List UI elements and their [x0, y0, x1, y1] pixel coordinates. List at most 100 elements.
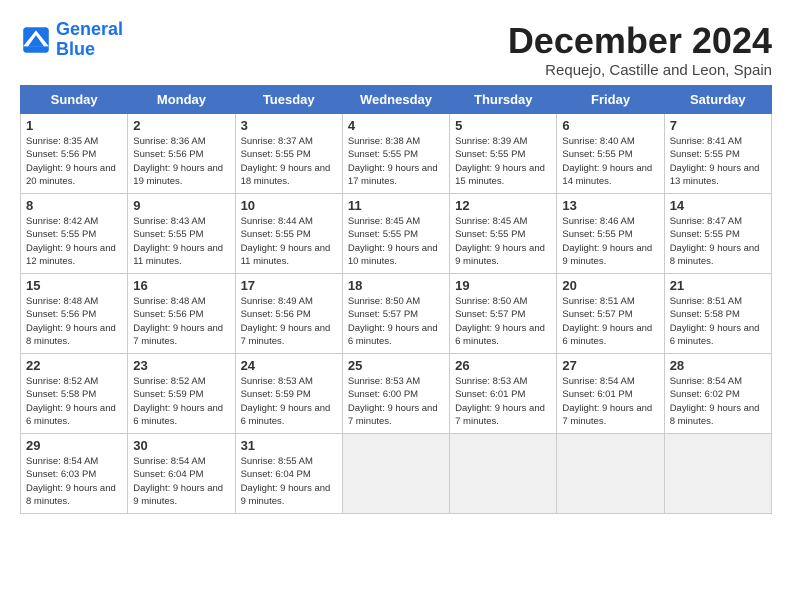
day-number: 1: [26, 118, 122, 133]
calendar-cell: [557, 434, 664, 514]
calendar-cell: 14 Sunrise: 8:47 AM Sunset: 5:55 PM Dayl…: [664, 194, 771, 274]
month-title: December 2024: [508, 20, 772, 62]
day-info: Sunrise: 8:46 AM Sunset: 5:55 PM Dayligh…: [562, 215, 658, 268]
day-number: 23: [133, 358, 229, 373]
calendar-week-row: 15 Sunrise: 8:48 AM Sunset: 5:56 PM Dayl…: [21, 274, 772, 354]
day-number: 7: [670, 118, 766, 133]
day-info: Sunrise: 8:38 AM Sunset: 5:55 PM Dayligh…: [348, 135, 444, 188]
day-number: 2: [133, 118, 229, 133]
calendar-cell: 16 Sunrise: 8:48 AM Sunset: 5:56 PM Dayl…: [128, 274, 235, 354]
day-info: Sunrise: 8:49 AM Sunset: 5:56 PM Dayligh…: [241, 295, 337, 348]
logo: General Blue: [20, 20, 123, 60]
column-header-monday: Monday: [128, 86, 235, 114]
calendar-cell: 18 Sunrise: 8:50 AM Sunset: 5:57 PM Dayl…: [342, 274, 449, 354]
calendar-cell: 13 Sunrise: 8:46 AM Sunset: 5:55 PM Dayl…: [557, 194, 664, 274]
day-number: 15: [26, 278, 122, 293]
day-info: Sunrise: 8:36 AM Sunset: 5:56 PM Dayligh…: [133, 135, 229, 188]
day-info: Sunrise: 8:45 AM Sunset: 5:55 PM Dayligh…: [348, 215, 444, 268]
day-number: 25: [348, 358, 444, 373]
day-number: 11: [348, 198, 444, 213]
day-info: Sunrise: 8:43 AM Sunset: 5:55 PM Dayligh…: [133, 215, 229, 268]
calendar-cell: 8 Sunrise: 8:42 AM Sunset: 5:55 PM Dayli…: [21, 194, 128, 274]
calendar-cell: 12 Sunrise: 8:45 AM Sunset: 5:55 PM Dayl…: [450, 194, 557, 274]
day-info: Sunrise: 8:37 AM Sunset: 5:55 PM Dayligh…: [241, 135, 337, 188]
day-info: Sunrise: 8:35 AM Sunset: 5:56 PM Dayligh…: [26, 135, 122, 188]
day-number: 18: [348, 278, 444, 293]
location-subtitle: Requejo, Castille and Leon, Spain: [508, 62, 772, 79]
logo-text: General Blue: [56, 20, 123, 60]
column-header-sunday: Sunday: [21, 86, 128, 114]
column-header-wednesday: Wednesday: [342, 86, 449, 114]
day-number: 9: [133, 198, 229, 213]
day-info: Sunrise: 8:48 AM Sunset: 5:56 PM Dayligh…: [26, 295, 122, 348]
title-block: December 2024 Requejo, Castille and Leon…: [508, 20, 772, 79]
day-number: 22: [26, 358, 122, 373]
day-number: 4: [348, 118, 444, 133]
calendar-cell: 22 Sunrise: 8:52 AM Sunset: 5:58 PM Dayl…: [21, 354, 128, 434]
calendar-table: SundayMondayTuesdayWednesdayThursdayFrid…: [20, 85, 772, 514]
day-number: 19: [455, 278, 551, 293]
calendar-cell: 27 Sunrise: 8:54 AM Sunset: 6:01 PM Dayl…: [557, 354, 664, 434]
calendar-cell: 26 Sunrise: 8:53 AM Sunset: 6:01 PM Dayl…: [450, 354, 557, 434]
column-header-saturday: Saturday: [664, 86, 771, 114]
day-info: Sunrise: 8:51 AM Sunset: 5:58 PM Dayligh…: [670, 295, 766, 348]
calendar-cell: 1 Sunrise: 8:35 AM Sunset: 5:56 PM Dayli…: [21, 114, 128, 194]
calendar-cell: 11 Sunrise: 8:45 AM Sunset: 5:55 PM Dayl…: [342, 194, 449, 274]
column-header-friday: Friday: [557, 86, 664, 114]
day-info: Sunrise: 8:39 AM Sunset: 5:55 PM Dayligh…: [455, 135, 551, 188]
calendar-cell: 31 Sunrise: 8:55 AM Sunset: 6:04 PM Dayl…: [235, 434, 342, 514]
day-info: Sunrise: 8:42 AM Sunset: 5:55 PM Dayligh…: [26, 215, 122, 268]
calendar-week-row: 1 Sunrise: 8:35 AM Sunset: 5:56 PM Dayli…: [21, 114, 772, 194]
calendar-cell: 9 Sunrise: 8:43 AM Sunset: 5:55 PM Dayli…: [128, 194, 235, 274]
day-info: Sunrise: 8:48 AM Sunset: 5:56 PM Dayligh…: [133, 295, 229, 348]
calendar-cell: 7 Sunrise: 8:41 AM Sunset: 5:55 PM Dayli…: [664, 114, 771, 194]
column-header-tuesday: Tuesday: [235, 86, 342, 114]
day-info: Sunrise: 8:55 AM Sunset: 6:04 PM Dayligh…: [241, 455, 337, 508]
day-number: 14: [670, 198, 766, 213]
day-number: 29: [26, 438, 122, 453]
day-info: Sunrise: 8:54 AM Sunset: 6:03 PM Dayligh…: [26, 455, 122, 508]
day-number: 17: [241, 278, 337, 293]
calendar-week-row: 8 Sunrise: 8:42 AM Sunset: 5:55 PM Dayli…: [21, 194, 772, 274]
calendar-cell: 3 Sunrise: 8:37 AM Sunset: 5:55 PM Dayli…: [235, 114, 342, 194]
day-number: 31: [241, 438, 337, 453]
day-number: 27: [562, 358, 658, 373]
day-info: Sunrise: 8:47 AM Sunset: 5:55 PM Dayligh…: [670, 215, 766, 268]
day-number: 24: [241, 358, 337, 373]
calendar-cell: 28 Sunrise: 8:54 AM Sunset: 6:02 PM Dayl…: [664, 354, 771, 434]
column-header-thursday: Thursday: [450, 86, 557, 114]
day-info: Sunrise: 8:52 AM Sunset: 5:59 PM Dayligh…: [133, 375, 229, 428]
calendar-cell: [450, 434, 557, 514]
day-info: Sunrise: 8:54 AM Sunset: 6:01 PM Dayligh…: [562, 375, 658, 428]
day-number: 21: [670, 278, 766, 293]
day-number: 10: [241, 198, 337, 213]
calendar-cell: 5 Sunrise: 8:39 AM Sunset: 5:55 PM Dayli…: [450, 114, 557, 194]
calendar-cell: 4 Sunrise: 8:38 AM Sunset: 5:55 PM Dayli…: [342, 114, 449, 194]
day-info: Sunrise: 8:51 AM Sunset: 5:57 PM Dayligh…: [562, 295, 658, 348]
day-info: Sunrise: 8:41 AM Sunset: 5:55 PM Dayligh…: [670, 135, 766, 188]
day-info: Sunrise: 8:40 AM Sunset: 5:55 PM Dayligh…: [562, 135, 658, 188]
calendar-cell: 21 Sunrise: 8:51 AM Sunset: 5:58 PM Dayl…: [664, 274, 771, 354]
calendar-cell: 2 Sunrise: 8:36 AM Sunset: 5:56 PM Dayli…: [128, 114, 235, 194]
calendar-cell: 29 Sunrise: 8:54 AM Sunset: 6:03 PM Dayl…: [21, 434, 128, 514]
day-number: 8: [26, 198, 122, 213]
calendar-cell: [664, 434, 771, 514]
day-info: Sunrise: 8:50 AM Sunset: 5:57 PM Dayligh…: [455, 295, 551, 348]
calendar-cell: [342, 434, 449, 514]
day-info: Sunrise: 8:53 AM Sunset: 6:00 PM Dayligh…: [348, 375, 444, 428]
day-number: 5: [455, 118, 551, 133]
calendar-cell: 15 Sunrise: 8:48 AM Sunset: 5:56 PM Dayl…: [21, 274, 128, 354]
day-number: 12: [455, 198, 551, 213]
day-number: 26: [455, 358, 551, 373]
calendar-cell: 19 Sunrise: 8:50 AM Sunset: 5:57 PM Dayl…: [450, 274, 557, 354]
day-number: 20: [562, 278, 658, 293]
calendar-cell: 20 Sunrise: 8:51 AM Sunset: 5:57 PM Dayl…: [557, 274, 664, 354]
day-number: 6: [562, 118, 658, 133]
calendar-cell: 30 Sunrise: 8:54 AM Sunset: 6:04 PM Dayl…: [128, 434, 235, 514]
calendar-week-row: 29 Sunrise: 8:54 AM Sunset: 6:03 PM Dayl…: [21, 434, 772, 514]
calendar-cell: 25 Sunrise: 8:53 AM Sunset: 6:00 PM Dayl…: [342, 354, 449, 434]
calendar-cell: 24 Sunrise: 8:53 AM Sunset: 5:59 PM Dayl…: [235, 354, 342, 434]
day-info: Sunrise: 8:44 AM Sunset: 5:55 PM Dayligh…: [241, 215, 337, 268]
day-number: 3: [241, 118, 337, 133]
day-info: Sunrise: 8:50 AM Sunset: 5:57 PM Dayligh…: [348, 295, 444, 348]
